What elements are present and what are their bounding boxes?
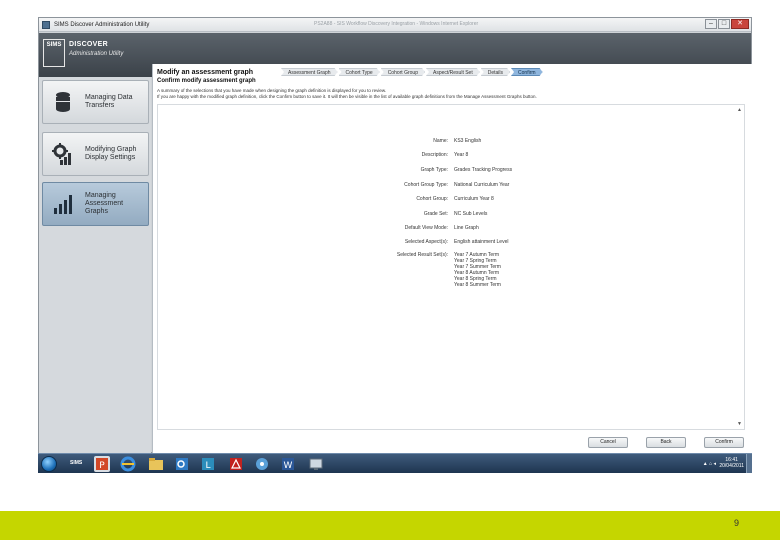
detail-label: Default View Mode: (404, 225, 448, 231)
outlook-icon[interactable] (174, 456, 190, 472)
detail-label: Cohort Group Type: (404, 182, 448, 188)
clock-date: 20/04/2011 (719, 463, 744, 469)
result-set-list: Year 7 Autumn Term Year 7 Spring Term Ye… (454, 252, 501, 288)
window-controls: – □ ✕ (705, 19, 749, 29)
lync-icon[interactable]: L (200, 456, 216, 472)
logo-text: SIMS (46, 42, 62, 48)
database-icon (51, 89, 75, 115)
back-button[interactable]: Back (646, 437, 686, 448)
bar-chart-icon (51, 191, 75, 217)
folder-icon[interactable] (148, 456, 164, 472)
detail-label: Cohort Group: (416, 196, 448, 202)
detail-label: Description: (421, 152, 448, 158)
scroll-down-arrow-icon[interactable]: ▼ (737, 421, 742, 427)
page-number: 9 (734, 518, 740, 528)
detail-row: Name: KS3 English (158, 138, 744, 145)
svg-text:P: P (99, 461, 105, 471)
window-title: SIMS Discover Administration Utility (54, 21, 150, 28)
taskbar: SIMS P L W ▲ ⌂ ◂ 16:41 20/04/2011 (38, 453, 752, 473)
detail-row: Grade Set: NC Sub Levels (158, 211, 744, 218)
detail-value: Curriculum Year 8 (454, 196, 494, 202)
show-desktop-button[interactable] (746, 454, 752, 473)
page-subtitle: Confirm modify assessment graph (157, 78, 256, 84)
minimize-button[interactable]: – (705, 19, 717, 29)
powerpoint-icon[interactable]: P (94, 456, 110, 472)
sidebar-item-assessment-graphs[interactable]: Managing Assessment Graphs (42, 182, 149, 226)
detail-row: Cohort Group: Curriculum Year 8 (158, 196, 744, 203)
maximize-button[interactable]: □ (718, 19, 730, 29)
cancel-button[interactable]: Cancel (588, 437, 628, 448)
detail-value: NC Sub Levels (454, 211, 488, 217)
detail-label: Grade Set: (423, 211, 448, 217)
details-panel: ▲ Name: KS3 English Description: Year 8 … (157, 104, 745, 430)
summary-line: If you are happy with the modified graph… (157, 93, 537, 99)
detail-value: Year 8 (454, 152, 469, 158)
start-button[interactable] (41, 456, 57, 472)
step-confirm[interactable]: Confirm (511, 68, 543, 76)
background-window-title: PS2A88 - SIS Workflow Discovery Integrat… (314, 21, 479, 27)
step-aspect-result-set[interactable]: Aspect/Result Set (426, 68, 480, 76)
close-button[interactable]: ✕ (731, 19, 749, 29)
detail-label: Selected Aspect(s): (404, 239, 448, 245)
detail-label: Graph Type: (420, 167, 448, 173)
clock[interactable]: 16:41 20/04/2011 (719, 457, 744, 469)
brand-subtitle: Administration Utility (69, 51, 124, 57)
sidebar-item-label: Managing Assessment Graphs (85, 192, 124, 215)
gear-chart-icon (51, 141, 75, 167)
sidebar-item-label: Modifying Graph Display Settings (85, 146, 137, 161)
app-icon (42, 20, 50, 29)
app-window: SIMS Discover Administration Utility PS2… (38, 17, 752, 454)
slide: SIMS Discover Administration Utility PS2… (0, 0, 780, 540)
internet-explorer-icon[interactable] (120, 456, 136, 472)
detail-label: Selected Result Set(s): (396, 252, 448, 258)
sidebar-item-graph-display[interactable]: Modifying Graph Display Settings (42, 132, 149, 176)
detail-row: Selected Result Set(s): (158, 252, 744, 259)
detail-value: National Curriculum Year (454, 182, 510, 188)
acrobat-icon[interactable] (228, 456, 244, 472)
step-assessment-graph[interactable]: Assessment Graph (281, 68, 338, 76)
detail-value: Line Graph (454, 225, 479, 231)
network-icon[interactable] (254, 456, 270, 472)
sidebar-item-data-transfers[interactable]: Managing Data Transfers (42, 80, 149, 124)
sims-logo: SIMS (43, 39, 65, 67)
confirm-button[interactable]: Confirm (704, 437, 744, 448)
step-cohort-type[interactable]: Cohort Type (339, 68, 380, 76)
sidebar: Managing Data Transfers Modifying Graph … (39, 77, 151, 454)
detail-value: English attainment Level (454, 239, 509, 245)
remote-desktop-icon[interactable] (308, 456, 324, 472)
detail-row: Selected Aspect(s): English attainment L… (158, 239, 744, 246)
step-cohort-group[interactable]: Cohort Group (381, 68, 425, 76)
page-title: Modify an assessment graph (157, 69, 254, 76)
detail-value: Grades Tracking Progress (454, 167, 513, 173)
taskbar-sims-label[interactable]: SIMS (70, 460, 82, 466)
scroll-up-arrow-icon[interactable]: ▲ (737, 107, 742, 113)
brand-name: DISCOVER (69, 41, 108, 48)
svg-text:L: L (205, 461, 210, 471)
system-tray[interactable]: ▲ ⌂ ◂ (703, 461, 716, 467)
wizard-steps: Assessment Graph Cohort Type Cohort Grou… (281, 68, 544, 76)
detail-row: Description: Year 8 (158, 152, 744, 159)
main-panel: Modify an assessment graph Confirm modif… (152, 64, 752, 454)
word-icon[interactable]: W (280, 456, 296, 472)
sidebar-item-label: Managing Data Transfers (85, 94, 133, 109)
list-item: Year 8 Summer Term (454, 282, 501, 288)
title-bar: SIMS Discover Administration Utility PS2… (39, 18, 751, 32)
detail-row: Graph Type: Grades Tracking Progress (158, 167, 744, 174)
detail-value: KS3 English (454, 138, 482, 144)
slide-footer-band: 9 (0, 511, 780, 540)
detail-row: Default View Mode: Line Graph (158, 225, 744, 232)
svg-text:W: W (284, 461, 293, 471)
detail-label: Name: (433, 138, 448, 144)
summary-text: A summary of the selections that you hav… (157, 88, 747, 99)
wizard-buttons: Cancel Back Confirm (588, 437, 744, 448)
detail-row: Cohort Group Type: National Curriculum Y… (158, 182, 744, 189)
step-details[interactable]: Details (481, 68, 510, 76)
